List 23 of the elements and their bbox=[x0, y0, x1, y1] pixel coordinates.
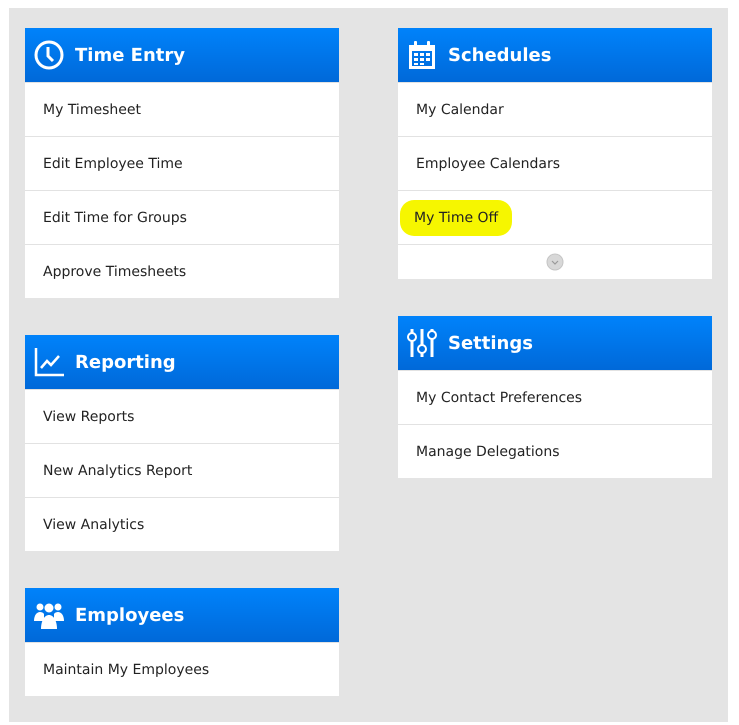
menu-link[interactable]: My Timesheet bbox=[41, 98, 143, 122]
menu-link[interactable]: View Reports bbox=[41, 404, 136, 428]
clock-icon bbox=[33, 39, 65, 71]
menu-link[interactable]: Edit Employee Time bbox=[41, 152, 185, 176]
menu-link[interactable]: Employee Calendars bbox=[414, 152, 562, 176]
menu-link[interactable]: Edit Time for Groups bbox=[41, 206, 189, 230]
card-title: Time Entry bbox=[75, 44, 186, 66]
card-title: Reporting bbox=[75, 352, 176, 372]
card-title: Employees bbox=[75, 604, 184, 626]
calendar-icon bbox=[406, 39, 438, 71]
menu-link[interactable]: Maintain My Employees bbox=[41, 658, 212, 682]
menu-link[interactable]: Manage Delegations bbox=[414, 440, 562, 464]
line-chart-icon bbox=[33, 346, 65, 378]
expand-icon[interactable] bbox=[546, 253, 564, 271]
menu-link[interactable]: My Contact Preferences bbox=[414, 386, 584, 410]
menu-link[interactable]: View Analytics bbox=[41, 512, 146, 536]
menu-link[interactable]: My Calendar bbox=[414, 98, 506, 122]
menu-link[interactable]: New Analytics Report bbox=[41, 458, 194, 482]
card-title: Settings bbox=[448, 332, 533, 354]
card-title: Schedules bbox=[448, 44, 552, 66]
menu-link[interactable]: Approve Timesheets bbox=[41, 260, 188, 284]
menu-link[interactable]: My Time Off bbox=[400, 200, 512, 236]
sliders-icon bbox=[406, 327, 438, 359]
